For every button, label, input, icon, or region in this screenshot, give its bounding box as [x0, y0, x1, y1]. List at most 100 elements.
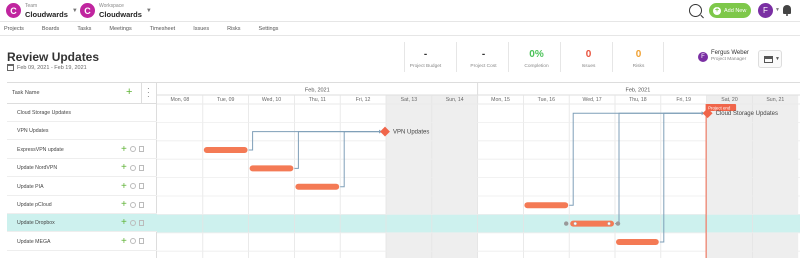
- dependency-link: [615, 112, 703, 225]
- nav-item-settings[interactable]: Settings: [259, 26, 279, 32]
- task-row[interactable]: Update pCloud +: [7, 196, 157, 214]
- nav-item-boards[interactable]: Boards: [42, 26, 59, 32]
- more-options-icon[interactable]: · · ·: [147, 85, 150, 101]
- day-label: Sun, 21: [766, 97, 784, 103]
- weekend-column: [431, 95, 478, 258]
- day-label: Sat, 13: [401, 97, 418, 103]
- task-row[interactable]: Update PIA +: [7, 178, 157, 196]
- stat-value: 0: [585, 49, 592, 60]
- clock-icon[interactable]: [129, 164, 136, 171]
- task-bar[interactable]: [203, 147, 248, 153]
- day-label: Sun, 14: [446, 97, 464, 103]
- add-task-button[interactable]: +: [126, 86, 132, 98]
- nav-item-risks[interactable]: Risks: [227, 26, 240, 32]
- bar-link-dot[interactable]: [573, 221, 577, 226]
- task-bar[interactable]: [524, 202, 569, 209]
- workspace-switcher[interactable]: C Workspace Cloudwards ▼: [80, 3, 152, 18]
- task-name[interactable]: Update MEGA: [17, 239, 50, 245]
- task-name-header: Task Name: [12, 90, 40, 96]
- day-label: Fri, 19: [676, 97, 691, 103]
- weekend-column: [386, 95, 432, 258]
- month-label: Feb, 2021: [305, 88, 330, 94]
- document-icon[interactable]: [138, 201, 144, 208]
- document-icon[interactable]: [138, 219, 144, 226]
- owner-name: Fergus Weber: [711, 50, 749, 56]
- task-name[interactable]: Update PIA: [17, 184, 44, 190]
- team-label: Team: [25, 3, 38, 9]
- gantt-view-icon: [764, 56, 773, 63]
- nav-item-tasks[interactable]: Tasks: [77, 26, 91, 32]
- task-row[interactable]: Cloud Storage Updates: [7, 104, 157, 122]
- month-label: Feb, 2021: [626, 88, 651, 94]
- user-avatar[interactable]: F: [758, 3, 773, 18]
- task-row[interactable]: Update Dropbox +: [7, 214, 157, 233]
- chevron-down-icon: ▼: [145, 7, 152, 14]
- stat-label: Issues: [581, 64, 596, 69]
- add-subtask-icon[interactable]: +: [121, 200, 127, 210]
- document-icon[interactable]: [138, 183, 144, 190]
- document-icon[interactable]: [138, 146, 144, 153]
- add-subtask-icon[interactable]: +: [121, 181, 127, 191]
- stat-risks: 0 Risks: [611, 41, 666, 75]
- day-label: Wed, 10: [262, 97, 281, 103]
- day-label: Sat, 20: [721, 97, 738, 103]
- nav-item-projects[interactable]: Projects: [4, 26, 24, 32]
- clock-icon[interactable]: [129, 146, 136, 153]
- weekend-column: [706, 95, 753, 258]
- day-label: Wed, 17: [582, 97, 601, 103]
- stat-value: -: [481, 49, 486, 60]
- clock-icon[interactable]: [129, 201, 136, 208]
- add-subtask-icon[interactable]: +: [121, 163, 127, 173]
- task-row[interactable]: Update NordVPN +: [7, 159, 157, 178]
- plus-icon: +: [713, 6, 721, 15]
- date-range: Feb 09, 2021 - Feb 19, 2021: [7, 64, 87, 71]
- clock-icon[interactable]: [129, 183, 136, 190]
- day-label: Mon, 15: [491, 97, 510, 103]
- chevron-down-icon: ▼: [775, 56, 780, 62]
- task-row[interactable]: VPN Updates: [7, 122, 157, 141]
- nav-item-meetings[interactable]: Meetings: [109, 26, 131, 32]
- nav-item-timesheet[interactable]: Timesheet: [150, 26, 175, 32]
- task-bar[interactable]: [295, 183, 340, 190]
- task-name[interactable]: ExpressVPN update: [17, 147, 64, 153]
- team-switcher[interactable]: C Team Cloudwards ▼: [6, 3, 78, 18]
- bar-resize-handle[interactable]: [564, 221, 569, 226]
- clock-icon[interactable]: [129, 219, 136, 226]
- add-new-button[interactable]: + Add New: [709, 3, 751, 18]
- add-new-label: Add New: [724, 7, 747, 14]
- task-name[interactable]: Update pCloud: [17, 202, 52, 208]
- bell-icon[interactable]: [783, 5, 791, 16]
- document-icon[interactable]: [138, 164, 144, 171]
- task-name[interactable]: Cloud Storage Updates: [17, 110, 71, 116]
- day-label: Fri, 12: [356, 97, 371, 103]
- task-name[interactable]: Update NordVPN: [17, 165, 57, 171]
- nav-item-issues[interactable]: Issues: [193, 26, 209, 32]
- add-subtask-icon[interactable]: +: [121, 218, 127, 228]
- add-subtask-icon[interactable]: +: [121, 236, 127, 246]
- stat-value: -: [423, 49, 428, 60]
- chevron-down-icon: ▼: [71, 7, 78, 14]
- search-icon[interactable]: [689, 4, 702, 17]
- task-bar[interactable]: [249, 165, 294, 172]
- task-bar[interactable]: [616, 239, 659, 245]
- document-icon[interactable]: [138, 238, 144, 245]
- bar-resize-handle[interactable]: [615, 221, 621, 226]
- task-row[interactable]: ExpressVPN update +: [7, 141, 157, 159]
- milestone-label: VPN Updates: [393, 130, 429, 136]
- task-row[interactable]: Update MEGA +: [7, 233, 157, 251]
- task-list-header: Task Name + · · ·: [7, 83, 157, 104]
- view-switcher-button[interactable]: ▼: [758, 50, 782, 68]
- stat-label: Completion: [524, 64, 549, 69]
- project-owner[interactable]: F Fergus Weber Project Manager: [698, 50, 749, 62]
- add-subtask-icon[interactable]: +: [121, 144, 127, 154]
- milestone-label: Cloud Storage Updates: [716, 111, 778, 117]
- chevron-down-icon[interactable]: ▼: [775, 7, 780, 13]
- task-name[interactable]: VPN Updates: [17, 128, 48, 134]
- bar-link-dot[interactable]: [607, 221, 611, 226]
- day-label: Tue, 09: [217, 97, 235, 103]
- stat-project-cost: - Project Cost: [456, 41, 511, 75]
- workspace-avatar: C: [80, 3, 95, 18]
- calendar-icon: [7, 64, 14, 71]
- task-name[interactable]: Update Dropbox: [17, 220, 55, 226]
- clock-icon[interactable]: [129, 238, 136, 245]
